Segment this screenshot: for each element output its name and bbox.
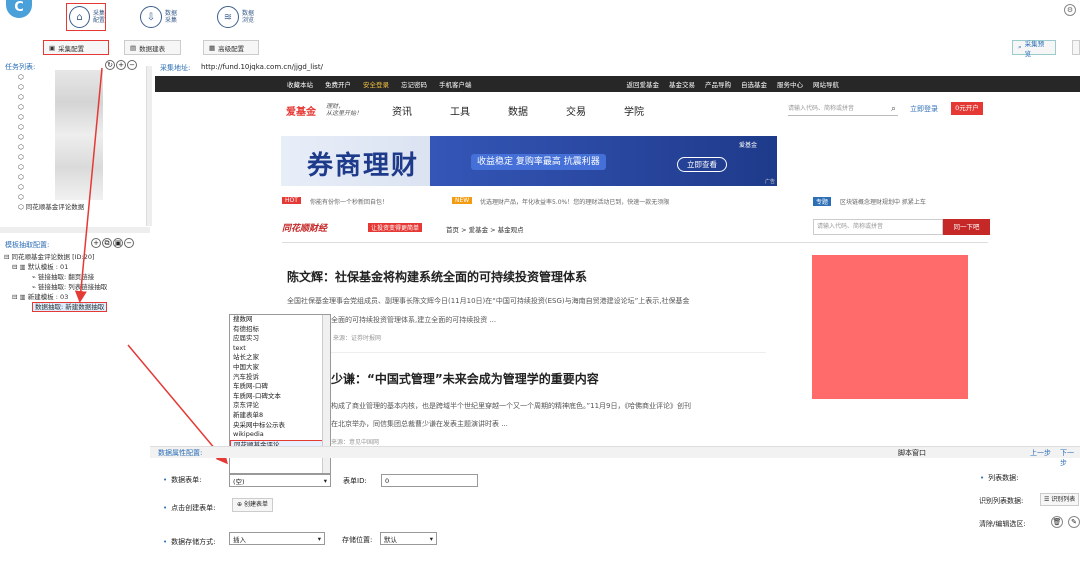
dropdown-option[interactable]: 新建表单8: [230, 411, 330, 421]
dropdown-option[interactable]: 应届实习: [230, 334, 330, 344]
list-data-row: • 列表数据:: [980, 473, 1019, 483]
dropdown-option[interactable]: 汽车投诉: [230, 373, 330, 383]
props-header: [150, 446, 1080, 458]
dropdown-option[interactable]: 搜数网: [230, 315, 330, 325]
store-pos-select[interactable]: 默认 ▾: [380, 532, 437, 545]
list-data-label: 列表数据:: [988, 474, 1019, 482]
arrow: [127, 344, 228, 465]
dropdown-option[interactable]: 车质网-口碑文本: [230, 392, 330, 402]
form-id-label: 表单ID:: [343, 477, 367, 485]
add-icon: ⊕: [237, 501, 244, 508]
store-select[interactable]: 插入 ▾: [229, 532, 325, 545]
form-select[interactable]: (空) ▾: [229, 474, 331, 487]
chevron-down-icon: ▾: [317, 534, 321, 543]
prev-step[interactable]: 上一步: [1030, 448, 1051, 458]
props-label: 数据属性配置:: [158, 449, 203, 457]
chevron-down-icon: ▾: [323, 476, 327, 485]
dropdown-option[interactable]: wikipedia: [230, 430, 330, 440]
bullet-icon: •: [163, 538, 168, 546]
dropdown-option[interactable]: 央采网中标公示表: [230, 421, 330, 431]
store-pos-label: 存储位置:: [342, 536, 373, 544]
dropdown-option[interactable]: 京东评论: [230, 401, 330, 411]
arrow: [74, 67, 103, 303]
chevron-down-icon: ▾: [429, 534, 433, 543]
script-window[interactable]: 脚本窗口: [898, 448, 926, 458]
dropdown-option[interactable]: 有德招标: [230, 325, 330, 335]
store-label: 数据存储方式:: [171, 538, 216, 546]
create-label: 点击创建表单:: [171, 504, 216, 512]
delete-icon[interactable]: 🗑: [1051, 516, 1063, 528]
dropdown-option[interactable]: 车质网-口碑: [230, 382, 330, 392]
form-id-input[interactable]: 0: [381, 474, 478, 487]
form-label: 数据表单:: [171, 476, 202, 484]
bullet-icon: •: [163, 504, 168, 512]
clear-label: 清除/编辑选区:: [979, 520, 1026, 528]
create-row: • 点击创建表单:: [163, 503, 216, 513]
dropdown-option[interactable]: 站长之家: [230, 353, 330, 363]
identify-list-button[interactable]: ☰ 识别列表: [1040, 493, 1080, 506]
next-step[interactable]: 下一步: [1060, 448, 1080, 468]
list-data-sub: 识别列表数据:: [979, 497, 1024, 505]
store-row: • 数据存储方式:: [163, 537, 216, 547]
edit-icon[interactable]: ✎: [1068, 516, 1080, 528]
bullet-icon: •: [980, 474, 985, 482]
annotation-arrows: [74, 67, 228, 465]
bullet-icon: •: [163, 476, 168, 484]
form-row: • 数据表单:: [163, 475, 202, 485]
dropdown-option[interactable]: text: [230, 344, 330, 354]
dropdown-option[interactable]: 中国大家: [230, 363, 330, 373]
create-form-button[interactable]: ⊕ 创建表单: [232, 498, 273, 512]
